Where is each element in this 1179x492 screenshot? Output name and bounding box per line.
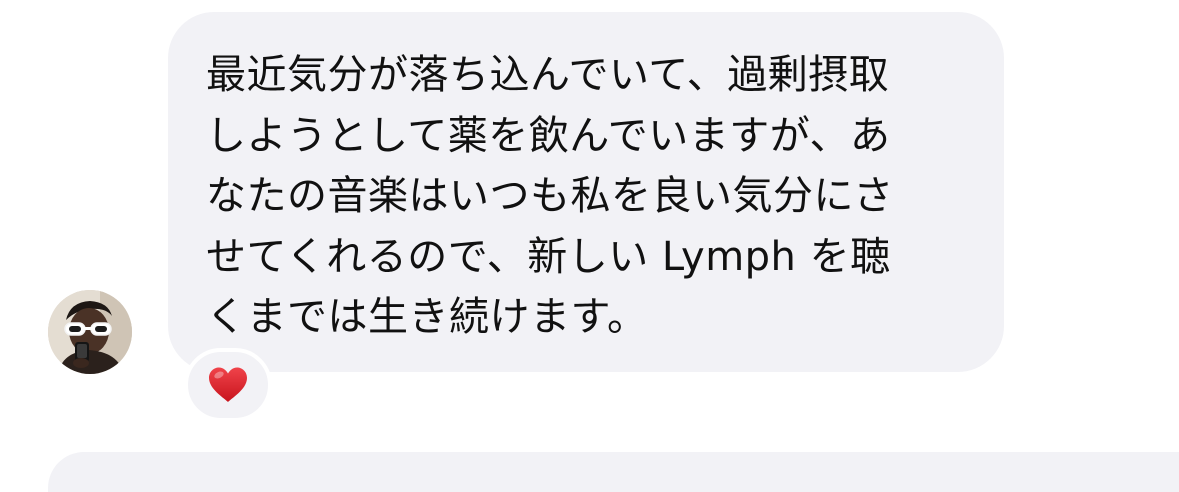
next-message-bubble[interactable]	[48, 452, 1179, 492]
incoming-message-row: 最近気分が落ち込んでいて、過剰摂取 しようとして薬を飲んでいますが、あ なたの音…	[0, 0, 1179, 492]
sender-avatar[interactable]	[48, 290, 132, 374]
reaction-badge[interactable]	[184, 348, 272, 422]
message-bubble[interactable]: 最近気分が落ち込んでいて、過剰摂取 しようとして薬を飲んでいますが、あ なたの音…	[168, 12, 1004, 372]
message-text: 最近気分が落ち込んでいて、過剰摂取 しようとして薬を飲んでいますが、あ なたの音…	[206, 52, 894, 340]
heart-icon	[209, 367, 247, 402]
avatar-photo-icon	[48, 290, 132, 374]
